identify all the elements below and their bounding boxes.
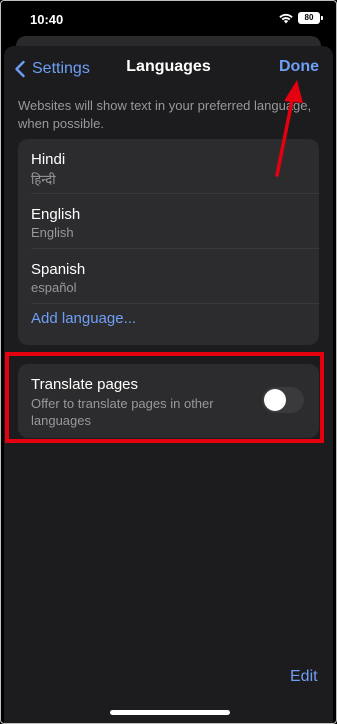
language-name: English — [31, 206, 81, 223]
list-item-english[interactable]: English English — [31, 194, 319, 249]
status-time: 10:40 — [30, 12, 64, 27]
back-label: Settings — [32, 60, 90, 77]
add-language-button[interactable]: Add language... — [31, 310, 136, 327]
language-native-name: español — [31, 280, 77, 295]
list-item-hindi[interactable]: Hindi हिन्दी — [31, 139, 319, 194]
wifi-icon — [279, 13, 293, 24]
language-preference-note: Websites will show text in your preferre… — [18, 98, 312, 131]
edit-button[interactable]: Edit — [290, 668, 318, 686]
battery-icon: 80 — [298, 12, 323, 24]
language-name: Spanish — [31, 261, 86, 278]
language-name: Hindi — [31, 151, 66, 168]
languages-list: Hindi हिन्दी English English Spanish esp… — [18, 139, 319, 345]
chevron-left-icon — [15, 60, 25, 78]
language-native-name: हिन्दी — [31, 172, 56, 187]
list-item-spanish[interactable]: Spanish español — [31, 249, 319, 304]
language-native-name: English — [31, 225, 74, 240]
home-indicator — [110, 710, 230, 715]
status-bar: 10:40 80 — [0, 0, 337, 40]
annotation-highlight-box — [5, 352, 324, 443]
done-button[interactable]: Done — [279, 58, 319, 76]
settings-back-button[interactable]: Settings — [14, 58, 90, 80]
